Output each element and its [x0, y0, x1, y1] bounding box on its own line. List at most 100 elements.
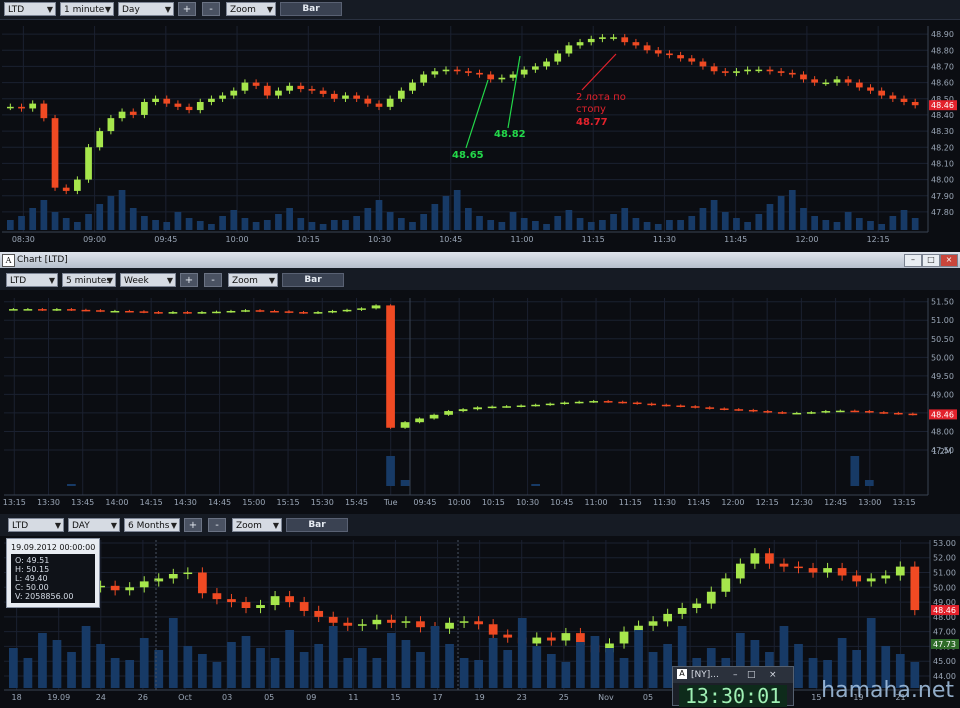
candle-body [401, 621, 411, 623]
volume-bar [576, 642, 585, 688]
candle-body [821, 411, 831, 413]
range-select[interactable]: Day ▼ [118, 2, 174, 16]
price-tick-label: 47.00 [933, 628, 956, 637]
candle-body [910, 566, 920, 611]
candle-body [230, 90, 238, 96]
interval-select[interactable]: DAY ▼ [68, 518, 120, 532]
candle-body [889, 95, 897, 99]
time-tick-label: 13:15 [3, 498, 26, 507]
toolbar-1: LTD ▼ 1 minute ▼ Day ▼ + - Zoom ▼ Bar [0, 0, 960, 20]
zoom-out-button[interactable]: - [208, 518, 226, 532]
candle-body [397, 90, 405, 99]
volume-bar [744, 222, 751, 230]
price-tick-label: 48.70 [931, 62, 954, 71]
volume-bar [788, 190, 796, 230]
ny-clock-window[interactable]: A [NY]... – □ × 13:30:01 [672, 666, 794, 707]
candle-body [676, 405, 686, 408]
candle-body [328, 616, 338, 623]
symbol-value: LTD [8, 5, 25, 15]
volume-bar [822, 220, 830, 230]
zoom-in-button[interactable]: + [184, 518, 202, 532]
volume-bar [330, 220, 338, 230]
volume-bar [632, 218, 640, 230]
candle-body [62, 187, 70, 191]
chart-1min-area[interactable]: 48.9048.8048.7048.6048.5048.4048.3048.20… [0, 20, 960, 252]
candle-body [241, 602, 251, 608]
chart-5min-area[interactable]: 51.5051.0050.5050.0049.5049.0048.5048.00… [0, 290, 960, 512]
candle-body [531, 404, 540, 407]
volume-bar [498, 222, 506, 230]
time-tick-label: 10:45 [550, 498, 573, 507]
time-tick-label: 23 [517, 693, 527, 702]
chart-daily-area[interactable]: 53.0052.0051.0050.0049.0048.0047.0046.00… [0, 536, 960, 704]
zoom-in-button[interactable]: + [178, 2, 196, 16]
candle-body [400, 422, 410, 428]
candle-body [565, 45, 573, 54]
chevron-down-icon: ▼ [266, 5, 273, 14]
time-tick-label: 11:30 [653, 235, 676, 244]
zoom-select[interactable]: Zoom ▼ [232, 518, 282, 532]
time-tick-label: 15:45 [345, 498, 368, 507]
candle-body [285, 596, 294, 603]
minimize-icon[interactable]: – [904, 254, 922, 267]
close-icon[interactable]: × [769, 667, 777, 683]
symbol-select[interactable]: LTD ▼ [6, 273, 58, 287]
candle-body [589, 401, 599, 403]
zoom-in-button[interactable]: + [180, 273, 198, 287]
candle-body [18, 106, 25, 109]
annotation-red-line1: 2 лота по [576, 92, 626, 103]
interval-value: DAY [72, 521, 90, 531]
volume-bar [299, 652, 309, 688]
bar-button[interactable]: Bar [280, 2, 342, 16]
range-select[interactable]: Week ▼ [120, 273, 176, 287]
volume-bar [263, 220, 271, 230]
volume-bar [23, 658, 33, 688]
volume-bar [794, 644, 803, 688]
time-tick-label: 12:00 [721, 498, 744, 507]
time-tick-label: 11:15 [619, 498, 642, 507]
candle-body [7, 106, 14, 109]
volume-bar [110, 658, 120, 688]
volume-bar [543, 224, 550, 230]
candle-body [560, 402, 570, 405]
zoom-select[interactable]: Zoom ▼ [228, 273, 278, 287]
time-tick-label: 11:45 [724, 235, 747, 244]
candle-body [110, 585, 120, 591]
candle-body [129, 111, 137, 115]
symbol-select[interactable]: LTD ▼ [8, 518, 64, 532]
zoom-select[interactable]: Zoom ▼ [226, 2, 276, 16]
volume-bar [372, 658, 382, 688]
maximize-icon[interactable]: □ [922, 254, 940, 267]
volume-bar [409, 222, 416, 230]
chart-window-titlebar[interactable]: A Chart [LTD] – □ × [0, 252, 960, 268]
candle-body [431, 71, 439, 75]
symbol-select[interactable]: LTD ▼ [4, 2, 56, 16]
candle-body [429, 414, 439, 419]
time-tick-label: 11 [348, 693, 358, 702]
maximize-icon[interactable]: □ [747, 667, 756, 683]
chevron-down-icon: ▼ [110, 521, 117, 530]
candle-body [498, 77, 506, 80]
volume-bar [648, 652, 658, 688]
ny-window-titlebar[interactable]: A [NY]... – □ × [673, 667, 793, 683]
zoom-out-button[interactable]: - [204, 273, 222, 287]
time-tick-label: 10:00 [226, 235, 249, 244]
volume-bar [699, 208, 707, 230]
interval-select[interactable]: 1 minute ▼ [60, 2, 114, 16]
volume-bar [710, 200, 718, 230]
interval-select[interactable]: 5 minutes ▼ [62, 273, 116, 287]
range-select[interactable]: 6 Months ▼ [124, 518, 180, 532]
volume-bar [241, 636, 251, 688]
candle-body [386, 305, 395, 428]
time-tick-label: 03 [222, 693, 232, 702]
bar-button[interactable]: Bar [286, 518, 348, 532]
candle-body [808, 568, 818, 573]
minimize-icon[interactable]: – [733, 667, 738, 683]
bar-button[interactable]: Bar [282, 273, 344, 287]
close-icon[interactable]: × [940, 254, 958, 267]
volume-bar [416, 652, 425, 688]
volume-bar [9, 648, 18, 688]
candle-body [721, 578, 731, 592]
candle-body [822, 82, 830, 85]
zoom-out-button[interactable]: - [202, 2, 220, 16]
